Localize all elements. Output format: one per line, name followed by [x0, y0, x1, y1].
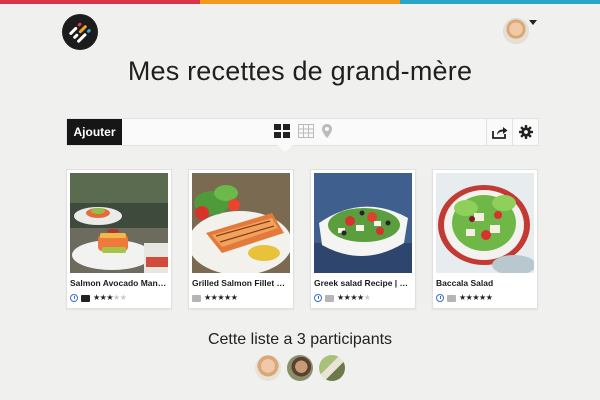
participant-avatar[interactable]: [319, 355, 345, 381]
star-icon: ★: [113, 293, 120, 302]
participants-label: Cette liste a 3 participants: [207, 331, 393, 348]
recipe-photo: [70, 173, 168, 273]
rating-stars: ★★★★★: [459, 293, 493, 303]
star-icon: ★: [217, 293, 225, 302]
recipe-title[interactable]: Greek salad Recipe | deli...: [314, 278, 413, 288]
star-icon: ★: [479, 293, 486, 302]
star-icon: ★: [204, 293, 211, 302]
recipe-meta: ★★★★★: [314, 293, 371, 303]
view-switcher: [274, 124, 332, 138]
recipe-title[interactable]: Salmon Avocado Mango ...: [70, 278, 169, 288]
recipe-card[interactable]: Grilled Salmon Fillet Reci... ★★★★★: [188, 169, 294, 309]
participants-avatars: [255, 355, 345, 381]
active-view-pointer: [277, 145, 293, 152]
chevron-down-icon[interactable]: [529, 20, 537, 25]
table-view-icon[interactable]: [298, 124, 314, 138]
recipe-photo: [192, 173, 290, 273]
recipe-title[interactable]: Baccala Salad: [436, 278, 535, 288]
list-toolbar: Ajouter: [66, 118, 539, 146]
participant-avatar[interactable]: [255, 355, 281, 381]
star-icon: ★: [357, 293, 364, 302]
comment-icon: [447, 294, 456, 302]
star-icon: ★: [350, 293, 358, 302]
star-icon: ★: [93, 293, 100, 302]
grid-view-icon[interactable]: [274, 124, 290, 138]
star-icon: ★: [119, 293, 127, 302]
star-icon: ★: [472, 293, 480, 302]
star-icon: ★: [106, 293, 114, 302]
toolbar-actions: [486, 119, 538, 145]
participant-avatar[interactable]: [287, 355, 313, 381]
star-icon: ★: [363, 293, 371, 302]
share-button[interactable]: [486, 119, 512, 145]
share-icon: [491, 126, 507, 139]
recipe-photo: [436, 173, 534, 273]
recipe-title[interactable]: Grilled Salmon Fillet Reci...: [192, 278, 291, 288]
user-avatar[interactable]: [503, 18, 529, 44]
recipe-card[interactable]: Greek salad Recipe | deli... ★★★★★: [310, 169, 416, 309]
rating-stars: ★★★★★: [204, 293, 238, 303]
add-button[interactable]: Ajouter: [67, 119, 122, 145]
top-color-stripe: [0, 0, 600, 4]
comment-icon: [192, 294, 201, 302]
recipe-meta: ★★★★★: [436, 293, 493, 303]
clock-icon: [436, 294, 444, 302]
settings-button[interactable]: [512, 119, 538, 145]
recipe-meta: ★★★★★: [70, 293, 127, 303]
gear-icon: [518, 125, 533, 139]
star-icon: ★: [337, 293, 344, 302]
rating-stars: ★★★★★: [337, 293, 371, 303]
clock-icon: [314, 294, 322, 302]
comment-icon: [325, 294, 334, 302]
app-logo-icon[interactable]: [62, 14, 98, 50]
recipe-meta: ★★★★★: [192, 293, 238, 303]
recipe-card[interactable]: Baccala Salad ★★★★★: [432, 169, 538, 309]
recipe-photo: [314, 173, 412, 273]
star-icon: ★: [459, 293, 466, 302]
map-view-icon[interactable]: [322, 124, 332, 138]
recipe-card[interactable]: Salmon Avocado Mango ... ★★★★★: [66, 169, 172, 309]
rating-stars: ★★★★★: [93, 293, 127, 303]
comment-icon: [81, 294, 90, 302]
star-icon: ★: [485, 293, 493, 302]
star-icon: ★: [230, 293, 238, 302]
page-title: Mes recettes de grand-mère: [127, 56, 473, 86]
clock-icon: [70, 294, 78, 302]
star-icon: ★: [224, 293, 231, 302]
